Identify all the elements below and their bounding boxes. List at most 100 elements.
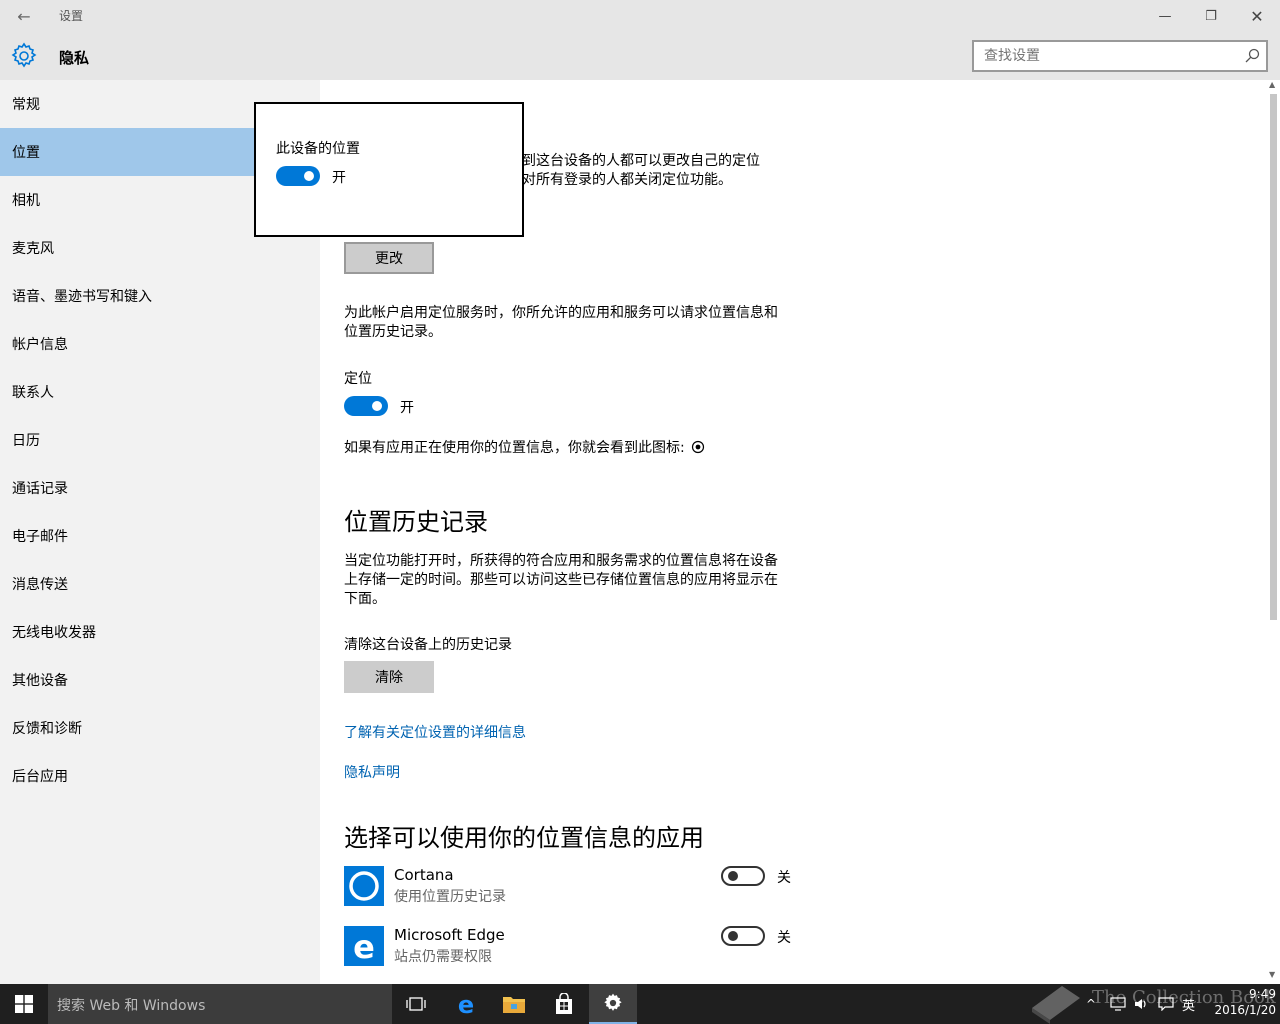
edge-browser-icon: e [458,992,474,1016]
sidebar-item-label: 通话记录 [12,481,68,497]
minimize-icon: — [1158,8,1172,24]
taskbar-clock[interactable]: 9:49 2016/1/20 [1200,986,1276,1018]
sidebar-item-label: 帐户信息 [12,337,68,353]
clock-time: 9:49 [1249,987,1276,1001]
scroll-up-arrow-icon[interactable]: ▲ [1269,80,1275,89]
sidebar-item-label: 麦克风 [12,241,54,257]
privacy-statement-link[interactable]: 隐私声明 [344,762,400,782]
cortana-icon [344,866,384,906]
restore-button[interactable]: ❐ [1188,0,1234,32]
location-toggle[interactable] [344,396,388,416]
location-history-heading: 位置历史记录 [344,508,488,536]
clear-button[interactable]: 清除 [344,661,434,693]
start-button[interactable] [0,984,48,1024]
location-in-use-icon [692,440,705,454]
sidebar-item-call-history[interactable]: 通话记录 [0,464,320,512]
windows-logo-icon [15,995,33,1013]
sidebar-item-label: 消息传送 [12,577,68,593]
scrollbar-thumb[interactable] [1270,94,1277,620]
input-language-indicator[interactable]: 英 [1182,984,1195,1024]
taskbar-store-button[interactable] [540,984,588,1024]
task-view-icon [406,997,426,1011]
restore-icon: ❐ [1205,8,1217,24]
sidebar-item-label: 位置 [12,145,40,161]
location-icon-hint: 如果有应用正在使用你的位置信息，你就会看到此图标: [344,437,705,457]
sidebar-item-label: 语音、墨迹书写和键入 [12,289,152,305]
sidebar-item-speech[interactable]: 语音、墨迹书写和键入 [0,272,320,320]
tray-overflow-chevron-icon[interactable]: ^ [1086,984,1096,1024]
sidebar-item-messaging[interactable]: 消息传送 [0,560,320,608]
app-name-cortana: Cortana [394,866,454,884]
store-bag-icon [556,993,572,1014]
edge-location-toggle[interactable] [721,926,765,946]
watermark-book-icon [1032,986,1080,1024]
search-icon[interactable] [1244,48,1260,64]
device-location-toggle-state: 开 [332,170,346,186]
back-arrow-icon: ← [17,6,31,26]
scroll-down-arrow-icon[interactable]: ▼ [1269,970,1275,979]
sidebar-item-label: 其他设备 [12,673,68,689]
action-center-icon[interactable] [1158,984,1174,1024]
cortana-toggle-state: 关 [777,870,791,886]
edge-icon: e [344,926,384,966]
icon-hint-text: 如果有应用正在使用你的位置信息，你就会看到此图标: [344,440,685,456]
sidebar-item-label: 无线电收发器 [12,625,96,641]
taskbar-edge-button[interactable]: e [442,984,490,1024]
sidebar-item-calendar[interactable]: 日历 [0,416,320,464]
volume-icon[interactable] [1134,984,1150,1024]
device-location-toggle[interactable] [276,166,320,186]
main-scrollbar[interactable]: ▲ ▼ [1267,80,1280,984]
app-subtitle-cortana: 使用位置历史记录 [394,889,506,905]
sidebar-item-label: 后台应用 [12,769,68,785]
taskbar-file-explorer-button[interactable] [490,984,538,1024]
taskbar-search-box[interactable]: 搜索 Web 和 Windows [48,984,392,1024]
app-name-edge: Microsoft Edge [394,926,505,944]
taskbar-settings-button[interactable] [589,984,637,1024]
apps-heading: 选择可以使用你的位置信息的应用 [344,824,704,852]
back-button[interactable]: ← [8,4,40,28]
location-history-text: 当定位功能打开时，所获得的符合应用和服务需求的位置信息将在设备上存储一定的时间。… [344,553,778,607]
cortana-location-toggle[interactable] [721,866,765,886]
settings-search-input[interactable] [984,48,1234,64]
taskbar-search-placeholder: 搜索 Web 和 Windows [57,998,206,1014]
location-setting-label: 定位 [344,371,372,387]
sidebar-item-background-apps[interactable]: 后台应用 [0,752,320,800]
edge-toggle-state: 关 [777,930,791,946]
sidebar-item-other-devices[interactable]: 其他设备 [0,656,320,704]
learn-more-link[interactable]: 了解有关定位设置的详细信息 [344,722,526,742]
account-location-text: 为此帐户启用定位服务时，你所允许的应用和服务可以请求位置信息和位置历史记录。 [344,305,778,340]
device-location-popup: 此设备的位置 开 [254,102,524,237]
sidebar-item-account-info[interactable]: 帐户信息 [0,320,320,368]
settings-search-box[interactable] [972,40,1268,72]
sidebar-item-label: 联系人 [12,385,54,401]
sidebar-item-label: 反馈和诊断 [12,721,82,737]
app-subtitle-edge: 站点仍需要权限 [394,949,492,965]
sidebar-item-email[interactable]: 电子邮件 [0,512,320,560]
sidebar-item-label: 日历 [12,433,40,449]
sidebar-item-radios[interactable]: 无线电收发器 [0,608,320,656]
app-title: 设置 [59,9,84,23]
task-view-button[interactable] [392,984,440,1024]
change-button[interactable]: 更改 [344,242,434,274]
minimize-button[interactable]: — [1142,0,1188,32]
sidebar-item-location[interactable]: 位置 [0,128,255,176]
sidebar-item-feedback[interactable]: 反馈和诊断 [0,704,320,752]
location-toggle-state: 开 [400,400,414,416]
close-icon: ✕ [1250,6,1264,26]
network-icon[interactable] [1110,984,1126,1024]
title-bar: ← 设置 — ❐ ✕ [0,0,1280,32]
folder-icon [503,997,525,1013]
gear-icon [11,42,37,68]
svg-text:e: e [353,928,375,966]
sidebar-item-label: 常规 [12,97,40,113]
sidebar-item-label: 相机 [12,193,40,209]
page-header: 隐私 [0,32,1280,80]
close-button[interactable]: ✕ [1234,0,1280,32]
sidebar-item-label: 电子邮件 [12,529,68,545]
page-title: 隐私 [59,49,90,67]
clock-date: 2016/1/20 [1214,1003,1276,1017]
sidebar-item-contacts[interactable]: 联系人 [0,368,320,416]
svg-text:e: e [458,992,474,1016]
settings-gear-icon [604,993,622,1011]
taskbar: 搜索 Web 和 Windows e The Collection Book ^… [0,984,1280,1024]
